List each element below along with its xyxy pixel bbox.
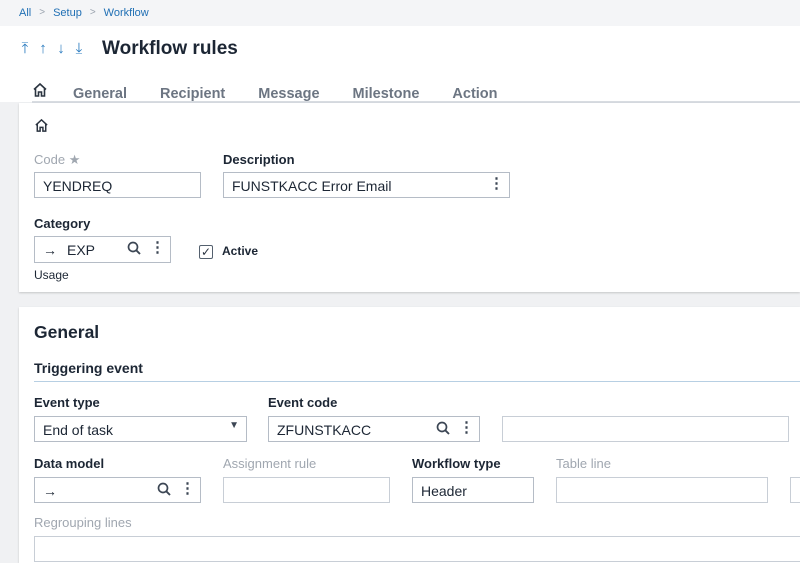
event-code-value: ZFUNSTKACC [277, 422, 372, 438]
table-line-label: Table line [556, 456, 611, 471]
section-title: General [34, 322, 100, 342]
next-field[interactable] [790, 477, 800, 503]
usage-label: Usage [34, 268, 69, 282]
description-label: Description [223, 152, 295, 167]
general-section: General Triggering event Event type End … [19, 307, 800, 563]
event-type-value: End of task [43, 422, 114, 438]
workflow-type-field[interactable]: Header [412, 477, 534, 503]
arrow-right-icon[interactable]: → [43, 483, 57, 499]
table-line-field[interactable] [556, 477, 768, 503]
arrow-right-icon[interactable]: → [43, 242, 57, 258]
category-value: EXP [67, 242, 96, 258]
caret-down-icon[interactable]: ▼ [229, 420, 239, 431]
code-field[interactable]: YENDREQ [34, 172, 201, 198]
tab-home[interactable] [32, 82, 50, 109]
breadcrumb: All > Setup > Workflow [0, 0, 800, 26]
checkmark-icon: ✓ [200, 245, 212, 259]
breadcrumb-all[interactable]: All [19, 7, 31, 26]
assignment-rule-field[interactable] [223, 477, 390, 503]
tab-recipient[interactable]: Recipient [160, 86, 225, 102]
next-record-icon[interactable]: ↓ [55, 40, 67, 57]
tab-milestone[interactable]: Milestone [353, 86, 420, 102]
more-options-icon[interactable]: ⋮ [459, 420, 474, 435]
tab-general[interactable]: General [73, 86, 127, 102]
page-title: Workflow rules [102, 38, 238, 59]
record-navigation: ⤒ ↑ ↓ ⤓ [19, 40, 85, 57]
more-options-icon[interactable]: ⋮ [150, 240, 165, 255]
regrouping-lines-field[interactable] [34, 536, 800, 562]
code-label: Code ★ [34, 152, 81, 167]
event-code-field[interactable]: ZFUNSTKACC ⋮ [268, 416, 480, 442]
previous-record-icon[interactable]: ↑ [37, 40, 49, 57]
search-icon[interactable] [127, 241, 141, 255]
home-icon [35, 118, 48, 132]
required-star-icon: ★ [68, 152, 81, 167]
first-record-icon[interactable]: ⤒ [19, 40, 31, 57]
tab-action[interactable]: Action [452, 86, 497, 102]
breadcrumb-setup[interactable]: Setup [53, 7, 82, 26]
search-icon[interactable] [436, 421, 450, 435]
subsection-title: Triggering event [34, 360, 143, 376]
regrouping-lines-label: Regrouping lines [34, 515, 132, 530]
tab-message[interactable]: Message [258, 86, 319, 102]
event-code-label: Event code [268, 395, 338, 410]
chevron-right-icon: > [39, 7, 46, 18]
search-icon[interactable] [157, 482, 171, 496]
last-record-icon[interactable]: ⤓ [73, 40, 85, 57]
active-checkbox[interactable]: ✓ [199, 245, 213, 259]
more-options-icon[interactable]: ⋮ [489, 176, 504, 191]
event-type-label: Event type [34, 395, 100, 410]
assignment-rule-label: Assignment rule [223, 456, 317, 471]
event-description-field[interactable] [502, 416, 789, 442]
description-value: FUNSTKACC Error Email [232, 178, 392, 194]
workflow-type-label: Workflow type [412, 456, 501, 471]
header-section: Code ★ YENDREQ Description FUNSTKACC Err… [19, 103, 800, 292]
chevron-right-icon: > [89, 7, 96, 18]
event-type-select[interactable]: End of task ▼ [34, 416, 247, 442]
more-options-icon[interactable]: ⋮ [180, 481, 195, 496]
section-tabs: General Recipient Message Milestone Acti… [32, 78, 531, 109]
category-field[interactable]: → EXP ⋮ [34, 236, 171, 263]
active-label: Active [222, 244, 259, 258]
category-label: Category [34, 216, 91, 231]
description-field[interactable]: FUNSTKACC Error Email ⋮ [223, 172, 510, 198]
breadcrumb-workflow[interactable]: Workflow [104, 7, 149, 26]
subsection-divider [34, 381, 800, 382]
data-model-field[interactable]: → ⋮ [34, 477, 201, 503]
data-model-label: Data model [34, 456, 105, 471]
page-header: ⤒ ↑ ↓ ⤓ Workflow rules General Recipient… [0, 26, 800, 109]
home-icon [33, 82, 47, 97]
